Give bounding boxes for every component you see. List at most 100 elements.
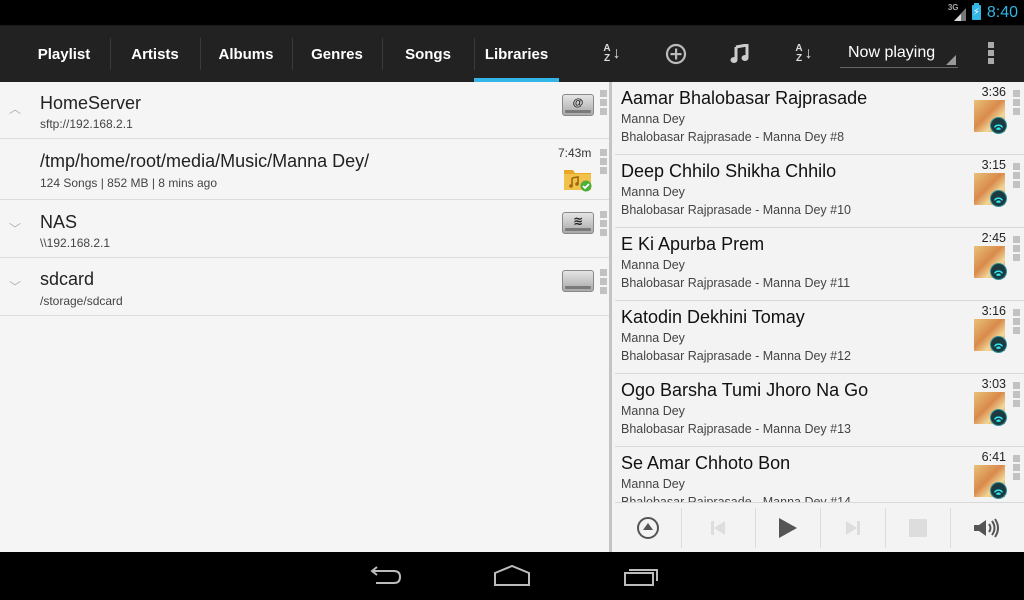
- song-overflow-menu-button[interactable]: [1013, 236, 1020, 263]
- song-overflow-menu-button[interactable]: [1013, 163, 1020, 190]
- status-bar: 3G ⚡ 8:40: [0, 0, 1024, 25]
- song-duration: 3:16: [981, 304, 1006, 318]
- recent-apps-icon: [624, 569, 658, 586]
- previous-button[interactable]: [681, 503, 755, 553]
- previous-icon: [711, 521, 725, 535]
- song-title: Se Amar Chhoto Bon: [621, 453, 791, 473]
- library-item-nas[interactable]: ﹀ NAS \\192.168.2.1 ≋: [0, 200, 609, 258]
- song-artist: Manna Dey: [621, 331, 685, 345]
- battery-charging-icon: ⚡: [971, 3, 981, 20]
- sort-now-playing-button[interactable]: AZ ↓: [784, 26, 824, 82]
- song-title: Aamar Bhalobasar Rajprasade: [621, 88, 868, 108]
- navigation-bar: [0, 552, 1024, 600]
- tab-playlist[interactable]: Playlist: [18, 26, 110, 82]
- volume-button[interactable]: [950, 503, 1024, 553]
- overflow-menu-button[interactable]: [984, 42, 998, 66]
- streaming-icon: [990, 190, 1007, 207]
- streaming-icon: [990, 409, 1007, 426]
- play-icon: [778, 518, 797, 538]
- album-art-thumbnail: [974, 319, 1007, 353]
- spinner-triangle-icon: [946, 55, 956, 65]
- item-overflow-menu-button[interactable]: [600, 90, 607, 117]
- chevron-down-icon[interactable]: ﹀: [9, 220, 21, 236]
- album-art-thumbnail: [974, 173, 1007, 207]
- item-overflow-menu-button[interactable]: [600, 211, 607, 238]
- tab-songs[interactable]: Songs: [382, 26, 474, 82]
- song-duration: 3:15: [981, 158, 1006, 172]
- streaming-icon: [990, 263, 1007, 280]
- back-icon: [370, 566, 402, 584]
- library-name: NAS: [40, 212, 78, 232]
- add-button[interactable]: [660, 26, 692, 82]
- now-playing-list[interactable]: Aamar Bhalobasar Rajprasade Manna Dey Bh…: [615, 82, 1024, 502]
- album-art-thumbnail: [974, 392, 1007, 426]
- add-circle-icon: [665, 43, 687, 65]
- song-duration: 2:45: [981, 231, 1006, 245]
- tab-libraries[interactable]: Libraries: [474, 26, 559, 83]
- chevron-down-icon[interactable]: ﹀: [9, 278, 21, 294]
- now-playing-spinner[interactable]: Now playing: [840, 38, 958, 68]
- stop-button[interactable]: [885, 503, 950, 553]
- chevron-up-icon[interactable]: ︿: [9, 100, 21, 116]
- song-overflow-menu-button[interactable]: [1013, 309, 1020, 336]
- song-duration: 3:03: [981, 377, 1006, 391]
- streaming-icon: [990, 117, 1007, 134]
- tab-albums[interactable]: Albums: [200, 26, 292, 82]
- library-name: sdcard: [40, 269, 95, 289]
- tab-label: Playlist: [37, 45, 91, 63]
- library-folder-item[interactable]: /tmp/home/root/media/Music/Manna Dey/ 12…: [0, 139, 609, 200]
- home-button[interactable]: [492, 562, 532, 590]
- song-row[interactable]: Deep Chhilo Shikha Chhilo Manna Dey Bhal…: [615, 155, 1024, 228]
- tab-bar: Playlist Artists Albums Genres Songs Lib…: [18, 26, 559, 83]
- sort-az-icon: AZ: [795, 43, 803, 64]
- tab-artists[interactable]: Artists: [110, 26, 200, 82]
- library-address: \\192.168.2.1: [40, 236, 111, 250]
- volume-icon: [974, 518, 999, 538]
- song-row[interactable]: E Ki Apurba Prem Manna Dey Bhalobasar Ra…: [615, 228, 1024, 301]
- song-artist: Manna Dey: [621, 185, 685, 199]
- song-artist: Manna Dey: [621, 477, 685, 491]
- expand-player-button[interactable]: [615, 503, 681, 553]
- album-art-thumbnail: [974, 465, 1007, 499]
- folder-time: 7:43m: [558, 146, 592, 160]
- song-album: Bhalobasar Rajprasade - Manna Dey #11: [621, 276, 851, 290]
- song-overflow-menu-button[interactable]: [1013, 455, 1020, 482]
- song-row[interactable]: Katodin Dekhini Tomay Manna Dey Bhalobas…: [615, 301, 1024, 374]
- back-button[interactable]: [364, 562, 404, 590]
- streaming-icon: [990, 482, 1007, 499]
- item-overflow-menu-button[interactable]: [600, 269, 607, 296]
- player-controls: [615, 502, 1024, 552]
- song-duration: 3:36: [981, 85, 1006, 99]
- play-button[interactable]: [755, 503, 820, 553]
- song-title: Ogo Barsha Tumi Jhoro Na Go: [621, 380, 869, 400]
- tab-genres[interactable]: Genres: [292, 26, 382, 82]
- library-item-sdcard[interactable]: ﹀ sdcard /storage/sdcard: [0, 258, 609, 316]
- music-folder-synced-icon: [564, 170, 592, 192]
- music-button[interactable]: [725, 26, 755, 82]
- arrow-down-icon: ↓: [612, 45, 621, 62]
- item-overflow-menu-button[interactable]: [600, 149, 607, 176]
- library-address: sftp://192.168.2.1: [40, 117, 133, 131]
- library-address: /storage/sdcard: [40, 294, 123, 308]
- tab-label: Genres: [311, 45, 363, 63]
- recent-apps-button[interactable]: [621, 562, 661, 590]
- song-row[interactable]: Se Amar Chhoto Bon Manna Dey Bhalobasar …: [615, 447, 1024, 502]
- wifi-drive-icon: ≋: [562, 212, 594, 234]
- song-album: Bhalobasar Rajprasade - Manna Dey #8: [621, 130, 845, 144]
- song-title: Katodin Dekhini Tomay: [621, 307, 805, 327]
- next-button[interactable]: [820, 503, 885, 553]
- song-album: Bhalobasar Rajprasade - Manna Dey #12: [621, 349, 851, 363]
- library-name: HomeServer: [40, 93, 142, 113]
- sort-libraries-button[interactable]: AZ ↓: [592, 26, 632, 82]
- tab-label: Artists: [131, 45, 179, 63]
- song-overflow-menu-button[interactable]: [1013, 382, 1020, 409]
- song-row[interactable]: Ogo Barsha Tumi Jhoro Na Go Manna Dey Bh…: [615, 374, 1024, 447]
- song-album: Bhalobasar Rajprasade - Manna Dey #14: [621, 495, 851, 502]
- library-item-homeserver[interactable]: ︿ HomeServer sftp://192.168.2.1 @: [0, 82, 609, 139]
- sort-az-icon: AZ: [603, 43, 611, 64]
- clock: 8:40: [986, 3, 1018, 21]
- song-overflow-menu-button[interactable]: [1013, 90, 1020, 117]
- folder-path: /tmp/home/root/media/Music/Manna Dey/: [40, 151, 370, 171]
- tab-label: Songs: [405, 45, 451, 63]
- song-row[interactable]: Aamar Bhalobasar Rajprasade Manna Dey Bh…: [615, 82, 1024, 155]
